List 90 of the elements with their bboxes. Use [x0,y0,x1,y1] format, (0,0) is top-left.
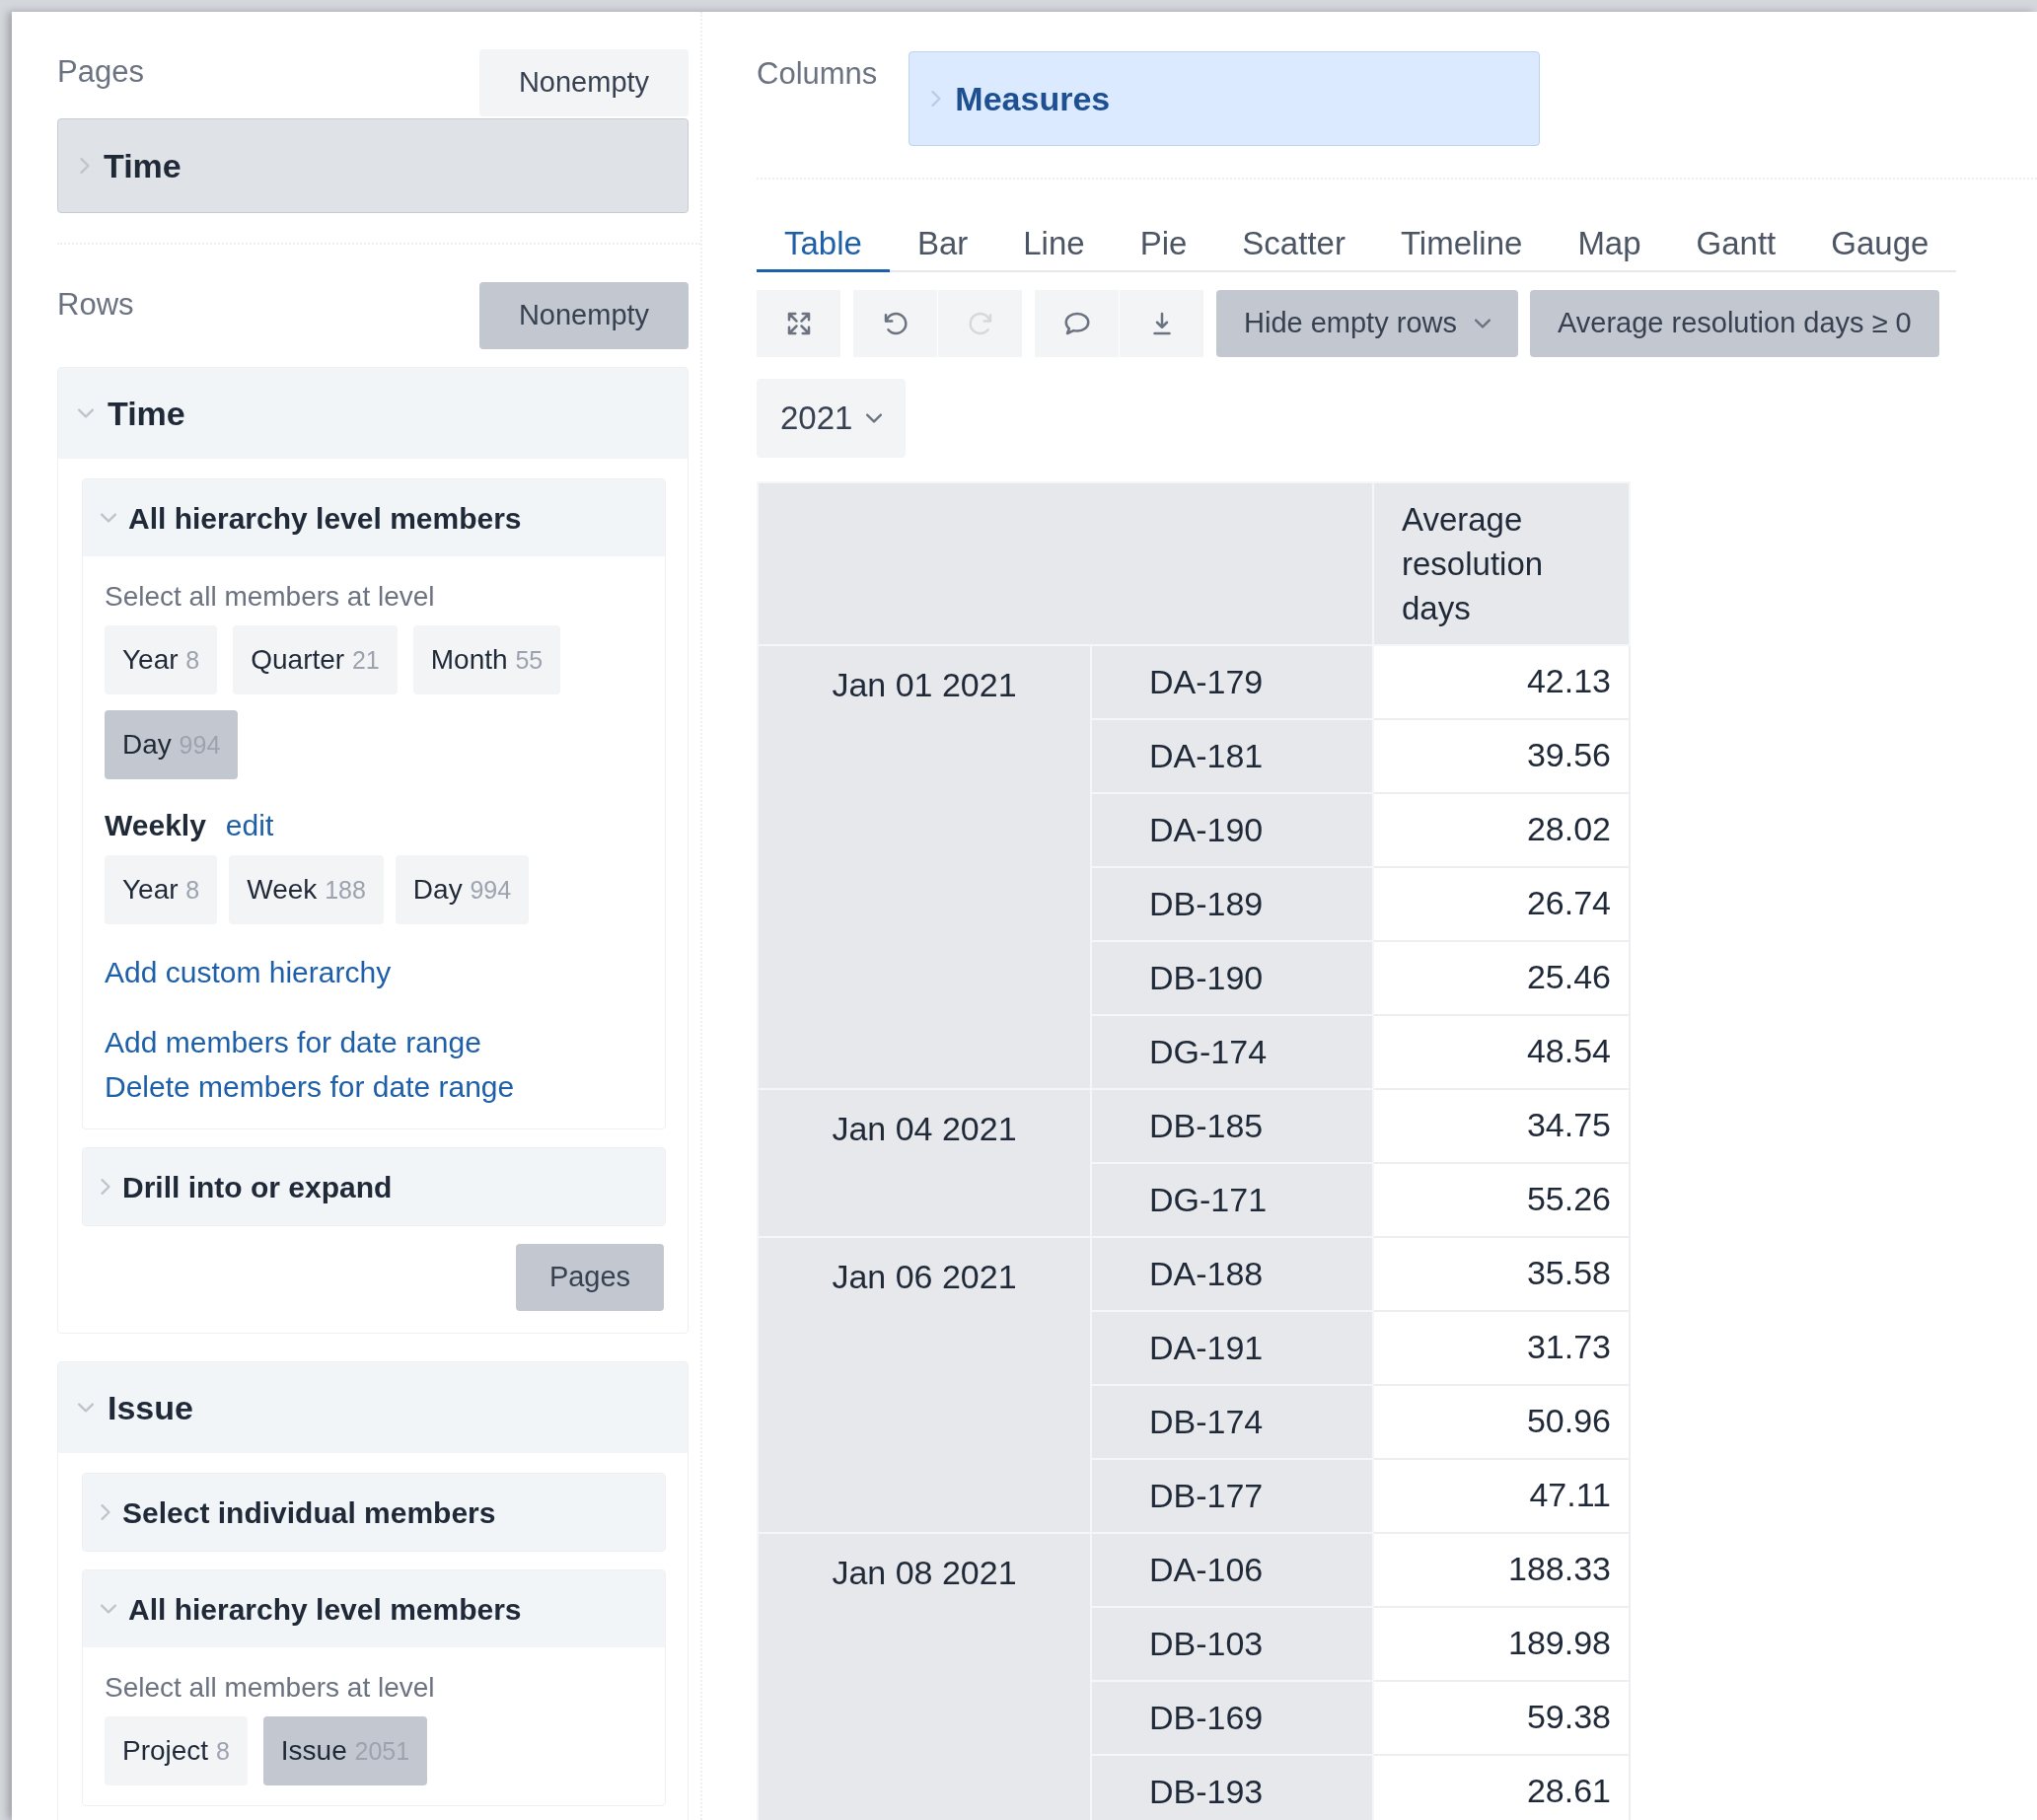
chevron-right-icon [931,91,942,107]
view-tab[interactable]: Pie [1112,217,1215,272]
option-header[interactable]: Drill into or expand [83,1148,665,1225]
value-cell: 35.58 [1373,1237,1630,1311]
dimension-bar[interactable]: Time [57,118,689,213]
section-label: Columns [757,55,878,93]
date-range-link[interactable]: Add members for date range [105,1020,481,1064]
date-range-link[interactable]: Delete members for date range [105,1064,515,1109]
value-cell: 59.38 [1373,1681,1630,1755]
view-tab[interactable]: Table [757,217,890,272]
undo-button[interactable] [853,290,938,357]
chevron-down-icon [78,408,94,418]
view-tab[interactable]: Map [1550,217,1669,272]
issue-cell: DB-103 [1091,1607,1373,1681]
date-cell: Jan 08 2021 [758,1533,1091,1820]
chevron-right-icon [101,1179,110,1195]
view-tab[interactable]: Gantt [1668,217,1804,272]
add-hierarchy-link[interactable]: Add custom hierarchy [105,950,643,994]
issue-cell: DG-171 [1091,1163,1373,1237]
fullscreen-button[interactable] [757,290,841,357]
level-chip[interactable]: Month 55 [412,625,561,694]
chevron-down-icon [866,413,883,423]
level-chip[interactable]: Quarter 21 [233,625,398,694]
value-cell: 50.96 [1373,1385,1630,1459]
option-header[interactable]: Select individual members [83,1474,665,1551]
issue-cell: DB-189 [1091,867,1373,941]
view-tab[interactable]: Gauge [1803,217,1957,272]
hint-text: Select all members at level [105,1671,436,1705]
hint-text: Select all members at level [105,580,436,614]
value-cell: 42.13 [1373,645,1630,719]
value-cell: 188.33 [1373,1533,1630,1607]
level-chip[interactable]: Project 8 [105,1716,248,1785]
chevron-down-icon [101,1604,116,1614]
chevron-right-icon [101,1504,110,1520]
date-cell: Jan 01 2021 [758,645,1091,1089]
view-tab[interactable]: Timeline [1372,217,1551,272]
section-label: Pages [57,53,144,91]
dimension-header[interactable]: Issue [58,1362,688,1453]
value-cell: 31.73 [1373,1311,1630,1385]
date-cell: Jan 04 2021 [758,1089,1091,1237]
issue-cell: DG-174 [1091,1015,1373,1089]
empty-rows-dropdown[interactable]: Hide empty rows [1216,290,1518,357]
option-header[interactable]: All hierarchy level members [83,479,665,556]
value-cell: 26.74 [1373,867,1630,941]
view-tab[interactable]: Scatter [1214,217,1373,272]
issue-cell: DB-169 [1091,1681,1373,1755]
issue-cell: DA-181 [1091,719,1373,793]
pages-button[interactable]: Pages [516,1244,664,1311]
value-cell: 48.54 [1373,1015,1630,1089]
issue-cell: DB-190 [1091,941,1373,1015]
option-header[interactable]: All hierarchy level members [83,1570,665,1647]
value-cell: 34.75 [1373,1089,1630,1163]
dimension-header[interactable]: Time [58,368,688,459]
value-cell: 55.26 [1373,1163,1630,1237]
issue-cell: DA-190 [1091,793,1373,867]
level-chip[interactable]: Day 994 [395,855,530,924]
issue-cell: DB-193 [1091,1755,1373,1820]
issue-cell: DB-177 [1091,1459,1373,1533]
section-label: Rows [57,286,134,324]
dimension-bar[interactable]: Measures [909,51,1541,146]
issue-cell: DA-179 [1091,645,1373,719]
nonempty-button[interactable]: Nonempty [479,282,689,349]
issue-cell: DB-185 [1091,1089,1373,1163]
year-dropdown[interactable]: 2021 [757,379,907,458]
date-cell: Jan 06 2021 [758,1237,1091,1533]
edit-link[interactable]: edit [225,803,274,847]
value-cell: 28.02 [1373,793,1630,867]
hierarchy-title: Weekly [105,808,206,843]
issue-cell: DA-191 [1091,1311,1373,1385]
view-tab[interactable]: Line [995,217,1113,272]
issue-cell: DA-188 [1091,1237,1373,1311]
level-chip[interactable]: Year 8 [105,625,218,694]
value-cell: 39.56 [1373,719,1630,793]
chevron-down-icon [101,513,116,523]
value-cell: 25.46 [1373,941,1630,1015]
value-cell: 47.11 [1373,1459,1630,1533]
level-chip[interactable]: Week 188 [229,855,384,924]
chevron-right-icon [80,158,90,174]
value-cell: 28.61 [1373,1755,1630,1820]
filter-button[interactable]: Average resolution days ≥ 0 [1529,290,1939,357]
chevron-down-icon [78,1403,94,1413]
value-cell: 189.98 [1373,1607,1630,1681]
level-chip[interactable]: Year 8 [105,855,218,924]
view-tab[interactable]: Bar [889,217,996,272]
issue-cell: DB-174 [1091,1385,1373,1459]
issue-cell: DA-106 [1091,1533,1373,1607]
speech-bubble-button[interactable] [1035,290,1120,357]
chevron-down-icon [1474,319,1491,328]
column-header: Average resolution days [1373,482,1630,645]
nonempty-button[interactable]: Nonempty [479,49,689,116]
